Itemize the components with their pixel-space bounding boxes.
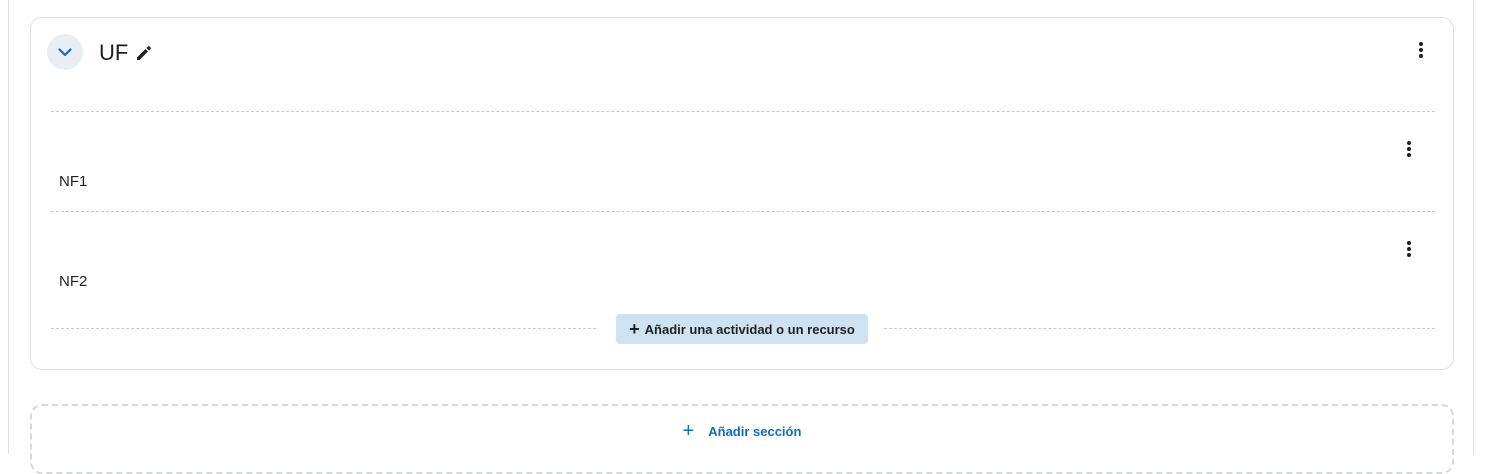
collapse-section-button[interactable] (47, 34, 83, 70)
plus-icon: + (629, 319, 640, 339)
kebab-menu-icon (1407, 141, 1411, 157)
section-card: UF NF1 NF2 + Añadir una actividad o un r… (30, 17, 1454, 370)
section-title[interactable]: UF (99, 40, 128, 66)
activity-menu-button[interactable] (1399, 237, 1419, 261)
kebab-menu-icon (1419, 42, 1423, 58)
pencil-icon[interactable] (135, 44, 153, 62)
add-section-label: Añadir sección (708, 423, 802, 439)
section-menu-button[interactable] (1411, 38, 1431, 62)
add-activity-button[interactable]: + Añadir una actividad o un recurso (616, 314, 868, 344)
divider (884, 328, 1435, 329)
divider (51, 328, 596, 329)
course-page: UF NF1 NF2 + Añadir una actividad o un r… (8, 0, 1474, 474)
kebab-menu-icon (1407, 241, 1411, 257)
plus-icon: + (682, 420, 695, 442)
activity-item[interactable]: NF1 (51, 112, 1435, 210)
activity-menu-button[interactable] (1399, 137, 1419, 161)
activity-item[interactable]: NF2 (51, 212, 1435, 310)
add-activity-label: Añadir una actividad o un recurso (644, 321, 855, 337)
add-section-button[interactable]: + Añadir sección (30, 404, 1454, 474)
add-section-content: + Añadir sección (32, 421, 1452, 441)
activity-name[interactable]: NF1 (59, 173, 87, 190)
chevron-down-icon (58, 47, 72, 56)
activity-name[interactable]: NF2 (59, 273, 87, 290)
